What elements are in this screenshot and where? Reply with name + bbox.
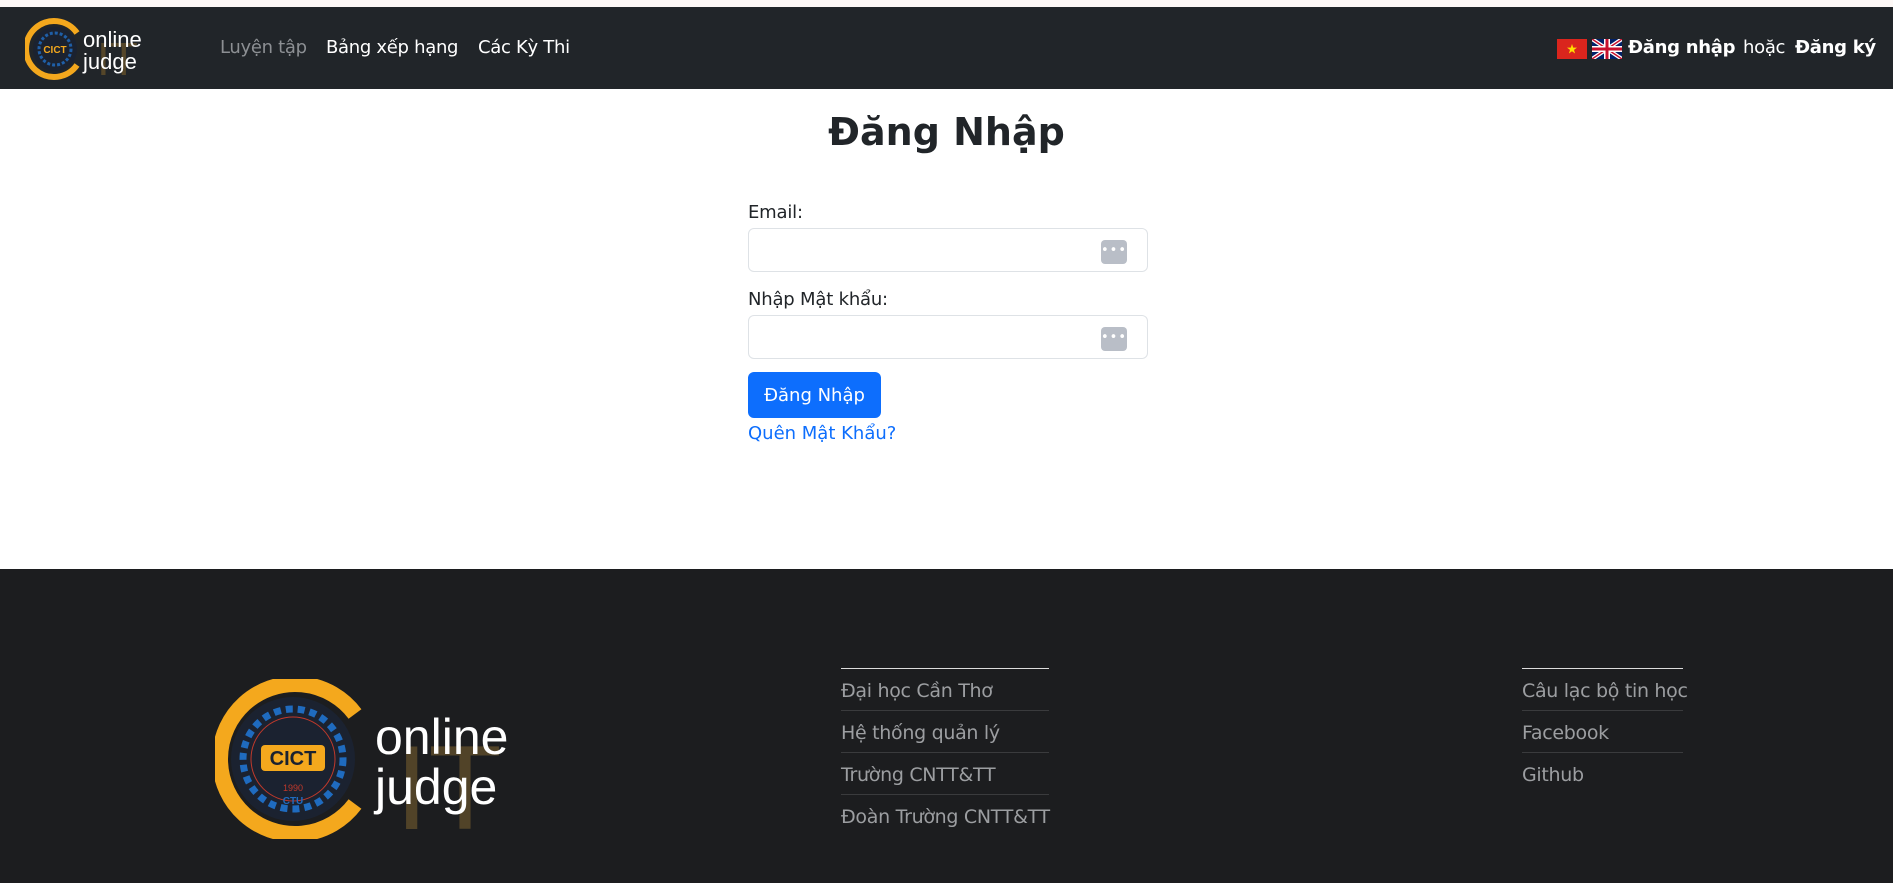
svg-text:CTU: CTU bbox=[283, 796, 304, 807]
or-text: hoặc bbox=[1743, 37, 1786, 58]
footer-link-cict[interactable]: Trường CNTT&TT bbox=[841, 754, 1049, 795]
login-button[interactable]: Đăng Nhập bbox=[748, 372, 881, 418]
footer-link-ctu[interactable]: Đại học Cần Thơ bbox=[841, 670, 1049, 711]
nav-practice[interactable]: Luyện tập bbox=[220, 37, 307, 58]
vietnam-flag-icon[interactable] bbox=[1557, 39, 1587, 59]
top-strip bbox=[0, 0, 1893, 7]
footer-links-column-2: Câu lạc bộ tin học Facebook Github bbox=[1522, 668, 1688, 794]
register-link[interactable]: Đăng ký bbox=[1795, 37, 1876, 58]
footer-logo: IT CICT 1990 CTU online judge bbox=[215, 679, 508, 839]
site-logo[interactable]: IT CICT online judge bbox=[25, 15, 155, 83]
email-field-wrapper: •••| bbox=[748, 228, 1148, 272]
forgot-password-link[interactable]: Quên Mật Khẩu? bbox=[748, 423, 896, 444]
navbar: IT CICT online judge Luyện tập Bảng xếp … bbox=[0, 7, 1893, 89]
footer-link-cict-union[interactable]: Đoàn Trường CNTT&TT bbox=[841, 796, 1050, 836]
svg-text:judge: judge bbox=[82, 49, 137, 74]
footer: IT CICT 1990 CTU online judge Đại học Cầ… bbox=[0, 569, 1893, 883]
password-manager-icon[interactable]: •••| bbox=[1101, 240, 1131, 264]
page-title: Đăng Nhập bbox=[828, 110, 1065, 154]
nav-leaderboard[interactable]: Bảng xếp hạng bbox=[326, 37, 458, 58]
footer-link-facebook[interactable]: Facebook bbox=[1522, 712, 1683, 753]
password-field-wrapper: •••| bbox=[748, 315, 1148, 359]
footer-link-github[interactable]: Github bbox=[1522, 754, 1683, 794]
svg-text:CICT: CICT bbox=[270, 748, 317, 770]
password-manager-icon[interactable]: •••| bbox=[1101, 327, 1131, 351]
login-link[interactable]: Đăng nhập bbox=[1628, 37, 1735, 58]
footer-links-column-1: Đại học Cần Thơ Hệ thống quản lý Trường … bbox=[841, 668, 1050, 836]
svg-text:1990: 1990 bbox=[283, 783, 303, 793]
footer-link-management-system[interactable]: Hệ thống quản lý bbox=[841, 712, 1049, 753]
password-label: Nhập Mật khẩu: bbox=[748, 289, 888, 310]
footer-divider bbox=[1522, 668, 1683, 669]
nav-contests[interactable]: Các Kỳ Thi bbox=[478, 37, 570, 58]
footer-divider bbox=[841, 668, 1049, 669]
password-field[interactable] bbox=[759, 316, 1103, 358]
email-label: Email: bbox=[748, 202, 803, 223]
svg-text:judge: judge bbox=[373, 759, 497, 815]
footer-link-it-club[interactable]: Câu lạc bộ tin học bbox=[1522, 670, 1688, 711]
email-field[interactable] bbox=[759, 229, 1103, 271]
uk-flag-icon[interactable] bbox=[1592, 39, 1622, 59]
svg-text:online: online bbox=[375, 709, 508, 765]
svg-text:CICT: CICT bbox=[43, 45, 66, 56]
